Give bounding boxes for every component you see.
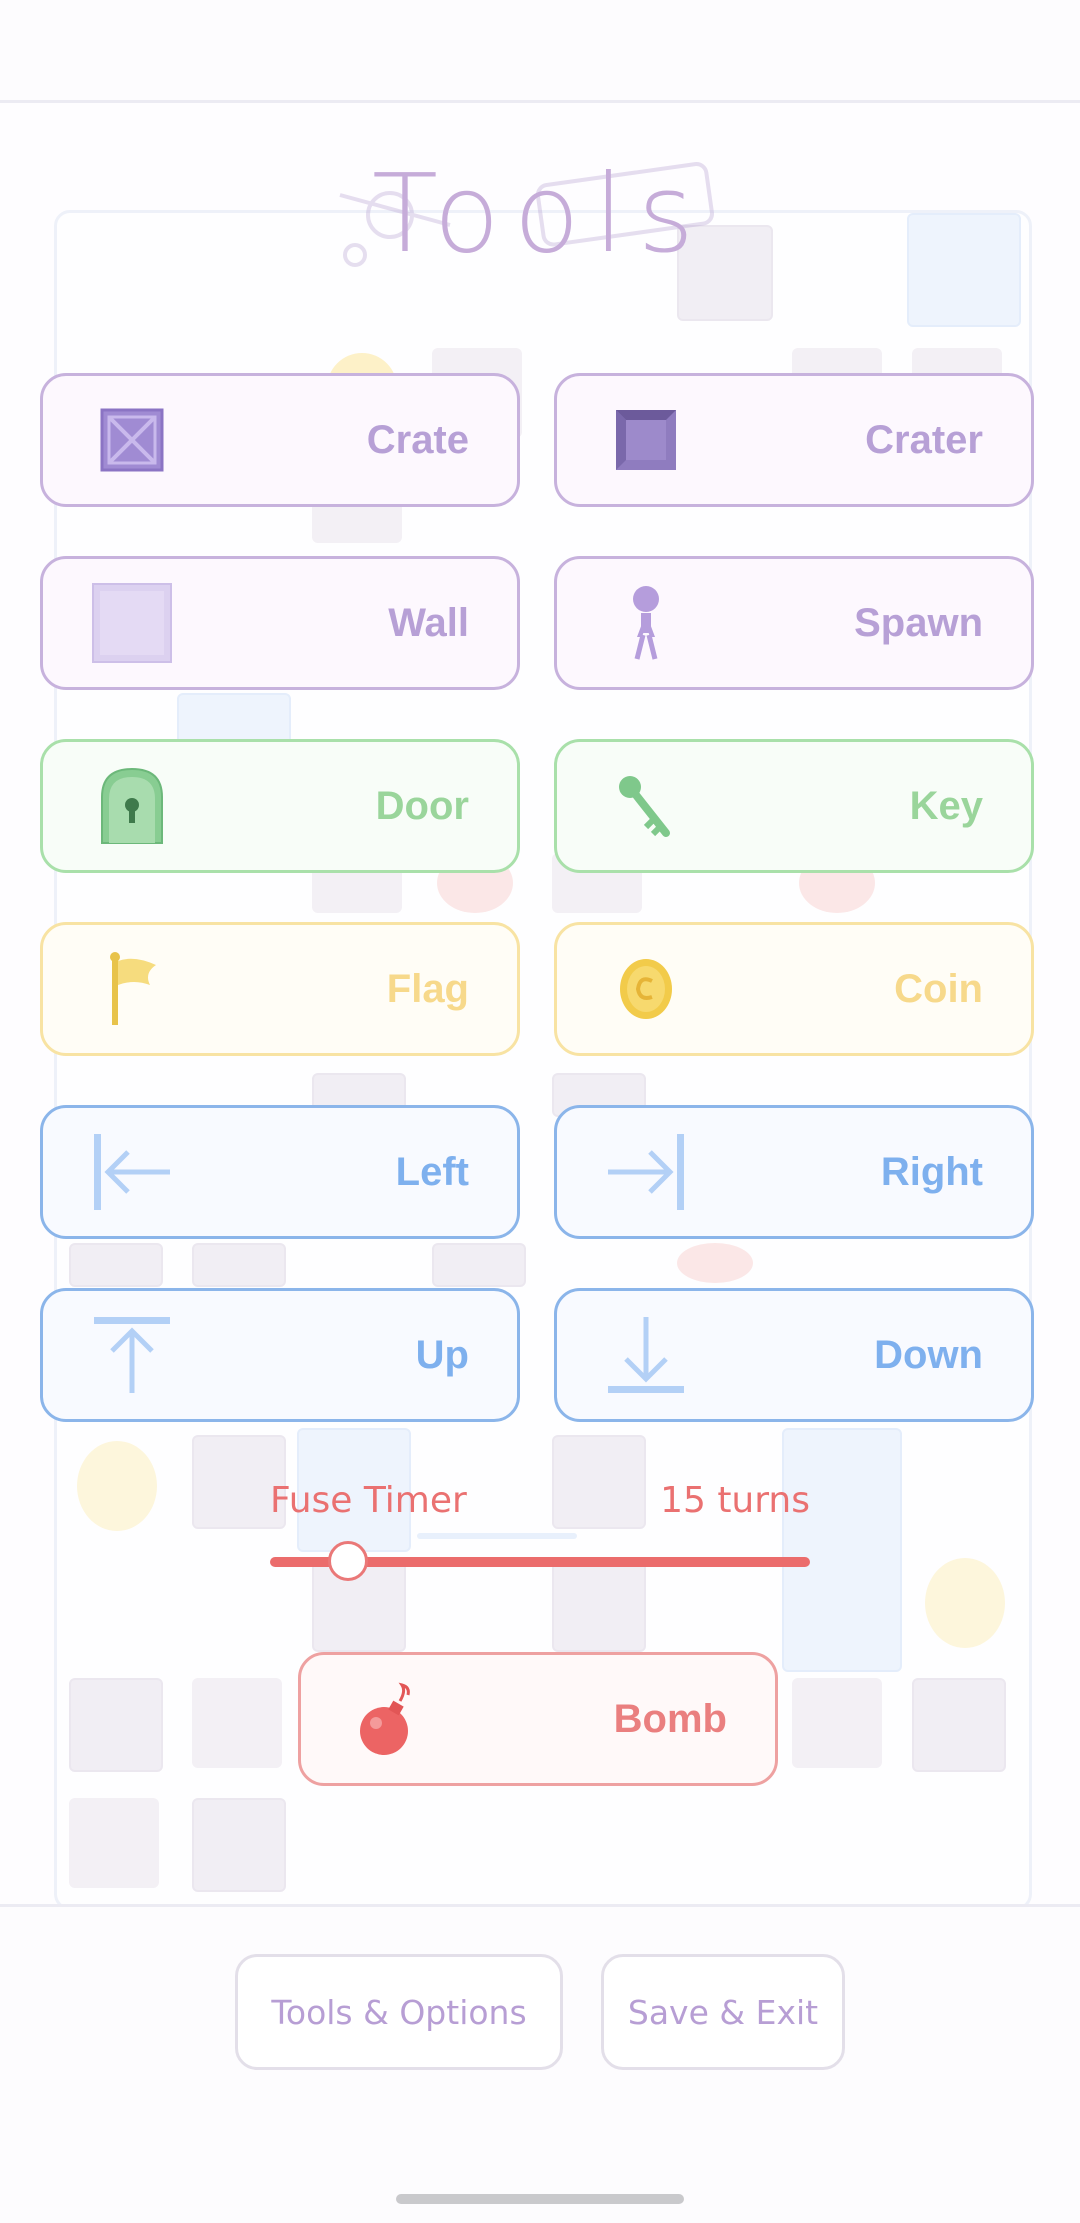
tool-spawn-button[interactable]: Spawn (554, 556, 1034, 690)
tool-flag-button[interactable]: Flag (40, 922, 520, 1056)
board-wall (192, 1678, 282, 1768)
board-crate (192, 1798, 286, 1892)
arrow-down-icon (601, 1310, 691, 1400)
tools-title: Tools (371, 152, 709, 277)
tool-bomb-button[interactable]: Bomb (298, 1652, 778, 1786)
board-line (417, 1533, 577, 1539)
fuse-timer-value: 15 turns (660, 1480, 810, 1521)
board-crate (552, 1558, 646, 1652)
tool-door-button[interactable]: Door (40, 739, 520, 873)
board-crate (432, 1243, 526, 1287)
fuse-timer-label: Fuse Timer (270, 1480, 467, 1521)
board-wall (69, 1798, 159, 1888)
tool-left-label: Left (395, 1149, 469, 1194)
tool-crate-label: Crate (366, 417, 469, 462)
flag-icon (87, 944, 177, 1034)
board-crate (69, 1243, 163, 1287)
key-icon (601, 761, 691, 851)
tool-left-button[interactable]: Left (40, 1105, 520, 1239)
top-bar (0, 0, 1080, 103)
door-icon (87, 761, 177, 851)
tool-bomb-label: Bomb (613, 1696, 727, 1741)
tool-crate-button[interactable]: Crate (40, 373, 520, 507)
tool-down-button[interactable]: Down (554, 1288, 1034, 1422)
spawn-figure-icon (601, 578, 691, 668)
tool-flag-label: Flag (386, 966, 469, 1011)
board-crate (192, 1243, 286, 1287)
tool-wall-button[interactable]: Wall (40, 556, 520, 690)
crate-icon (87, 395, 177, 485)
tool-wall-label: Wall (388, 600, 469, 645)
tool-crater-label: Crater (865, 417, 983, 462)
coin-icon (601, 944, 691, 1034)
tool-up-label: Up (415, 1332, 469, 1377)
tool-key-label: Key (909, 783, 983, 828)
tool-spawn-label: Spawn (854, 600, 983, 645)
tool-right-button[interactable]: Right (554, 1105, 1034, 1239)
board-crate (912, 1678, 1006, 1772)
bomb-icon (345, 1674, 435, 1764)
board-coin (925, 1558, 1005, 1648)
arrow-left-icon (87, 1127, 177, 1217)
board-crate (552, 1435, 646, 1529)
tool-coin-label: Coin (894, 966, 983, 1011)
tool-down-label: Down (874, 1332, 983, 1377)
board-coin (77, 1441, 157, 1531)
board-pad (782, 1428, 902, 1672)
tool-crater-button[interactable]: Crater (554, 373, 1034, 507)
tool-coin-button[interactable]: Coin (554, 922, 1034, 1056)
tool-right-label: Right (880, 1149, 983, 1194)
tool-key-button[interactable]: Key (554, 739, 1034, 873)
crater-icon (601, 395, 691, 485)
tool-door-label: Door (375, 783, 469, 828)
wall-icon (87, 578, 177, 668)
save-exit-button[interactable]: Save & Exit (601, 1954, 845, 2070)
home-indicator[interactable] (396, 2194, 684, 2204)
fuse-timer-slider-thumb[interactable] (328, 1541, 368, 1581)
arrow-up-icon (87, 1310, 177, 1400)
board-crate (69, 1678, 163, 1772)
tools-options-button[interactable]: Tools & Options (235, 1954, 563, 2070)
tool-up-button[interactable]: Up (40, 1288, 520, 1422)
board-wall (792, 1678, 882, 1768)
arrow-right-icon (601, 1127, 691, 1217)
board-number-badge (677, 1243, 753, 1283)
